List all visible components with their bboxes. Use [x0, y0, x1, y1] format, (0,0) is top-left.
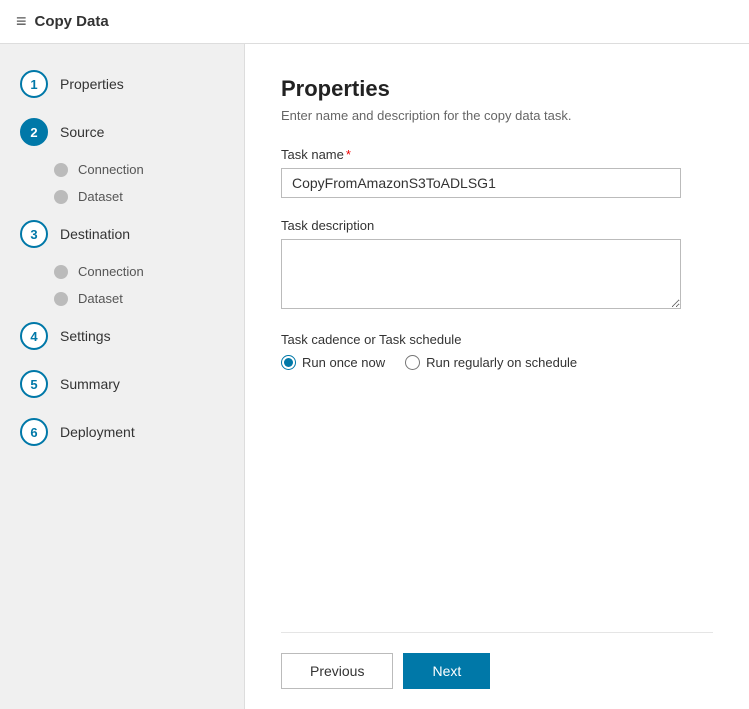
task-name-label: Task name* — [281, 147, 713, 162]
run-schedule-option[interactable]: Run regularly on schedule — [405, 355, 577, 370]
task-name-group: Task name* — [281, 147, 713, 198]
task-name-input[interactable] — [281, 168, 681, 198]
source-sub-items: Connection Dataset — [0, 156, 244, 210]
sidebar-item-deployment[interactable]: 6 Deployment — [0, 408, 244, 456]
step-circle-5: 5 — [20, 370, 48, 398]
sidebar-item-destination[interactable]: 3 Destination — [0, 210, 244, 258]
content-area: Properties Enter name and description fo… — [245, 44, 749, 709]
run-once-label: Run once now — [302, 355, 385, 370]
sidebar-label-properties: Properties — [60, 76, 124, 92]
destination-connection-label: Connection — [78, 264, 144, 279]
previous-button[interactable]: Previous — [281, 653, 393, 689]
destination-dataset-item[interactable]: Dataset — [34, 285, 244, 312]
step-circle-1: 1 — [20, 70, 48, 98]
step-circle-2: 2 — [20, 118, 48, 146]
sidebar-item-settings[interactable]: 4 Settings — [0, 312, 244, 360]
source-dataset-item[interactable]: Dataset — [34, 183, 244, 210]
step-circle-6: 6 — [20, 418, 48, 446]
cadence-label: Task cadence or Task schedule — [281, 332, 713, 347]
run-schedule-radio[interactable] — [405, 355, 420, 370]
run-schedule-label: Run regularly on schedule — [426, 355, 577, 370]
sidebar-label-destination: Destination — [60, 226, 130, 242]
destination-sub-items: Connection Dataset — [0, 258, 244, 312]
app-title: Copy Data — [35, 13, 109, 30]
step-circle-3: 3 — [20, 220, 48, 248]
destination-dataset-label: Dataset — [78, 291, 123, 306]
copy-data-icon: ≡ — [16, 11, 27, 32]
source-connection-dot — [54, 163, 68, 177]
top-bar: ≡ Copy Data — [0, 0, 749, 44]
sidebar-item-properties[interactable]: 1 Properties — [0, 60, 244, 108]
source-connection-label: Connection — [78, 162, 144, 177]
source-connection-item[interactable]: Connection — [34, 156, 244, 183]
main-layout: 1 Properties 2 Source Connection Dataset… — [0, 44, 749, 709]
destination-connection-dot — [54, 265, 68, 279]
task-description-input[interactable] — [281, 239, 681, 309]
sidebar-label-summary: Summary — [60, 376, 120, 392]
destination-connection-item[interactable]: Connection — [34, 258, 244, 285]
sidebar: 1 Properties 2 Source Connection Dataset… — [0, 44, 245, 709]
run-once-radio[interactable] — [281, 355, 296, 370]
sidebar-item-summary[interactable]: 5 Summary — [0, 360, 244, 408]
next-button[interactable]: Next — [403, 653, 490, 689]
cadence-radio-group: Run once now Run regularly on schedule — [281, 355, 713, 370]
task-description-group: Task description — [281, 218, 713, 312]
required-star: * — [346, 147, 351, 162]
page-title: Properties — [281, 76, 713, 102]
source-dataset-label: Dataset — [78, 189, 123, 204]
source-dataset-dot — [54, 190, 68, 204]
sidebar-item-source[interactable]: 2 Source — [0, 108, 244, 156]
page-subtitle: Enter name and description for the copy … — [281, 108, 713, 123]
sidebar-label-source: Source — [60, 124, 104, 140]
run-once-option[interactable]: Run once now — [281, 355, 385, 370]
sidebar-label-settings: Settings — [60, 328, 111, 344]
task-cadence-group: Task cadence or Task schedule Run once n… — [281, 332, 713, 370]
task-description-label: Task description — [281, 218, 713, 233]
footer: Previous Next — [281, 632, 713, 689]
step-circle-4: 4 — [20, 322, 48, 350]
destination-dataset-dot — [54, 292, 68, 306]
sidebar-label-deployment: Deployment — [60, 424, 135, 440]
